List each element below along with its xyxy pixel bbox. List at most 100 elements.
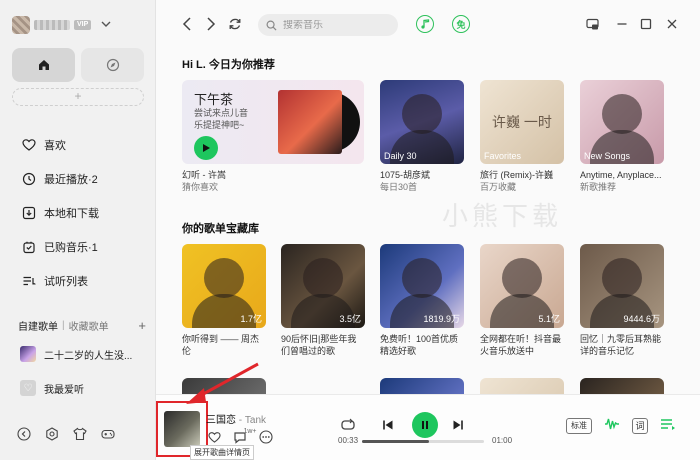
close-button[interactable] [664,16,680,32]
like-button[interactable] [206,429,222,445]
music-recognition-button[interactable] [416,15,434,33]
back-button[interactable] [178,14,196,34]
card-tag: Favorites [484,151,522,161]
playlist-item[interactable]: ♡ 我最爱听 [20,374,146,402]
playlist-card[interactable] [480,378,564,394]
avatar[interactable] [12,16,30,34]
next-button[interactable] [448,415,468,435]
card-caption: 免费听！100首优质精选好歌 [380,334,459,356]
playlist-label: 我最爱听 [44,384,84,396]
card-cover[interactable] [480,378,564,394]
user-profile[interactable]: VIP [12,14,111,36]
watermark: 小熊下载 [442,201,563,231]
heart-icon [207,432,221,443]
playlist-card[interactable]: 3.5亿 90后怀旧|那些年我们曾唱过的歌 [281,244,365,357]
search-input[interactable] [283,19,393,31]
recommend-card[interactable]: New Songs Anytime, Anyplace... 新歌推荐 [580,80,664,193]
tooltip: 展开歌曲详情页 [190,445,254,460]
game-icon[interactable] [100,426,116,442]
quality-button[interactable]: 标准 [566,417,592,434]
playlist-queue-button[interactable] [660,417,676,434]
sidebar-item-recent[interactable]: 最近播放·2 [0,162,156,196]
card-cover[interactable] [182,378,266,394]
chevron-down-icon[interactable] [101,20,111,31]
card-cover[interactable] [580,378,664,394]
maximize-icon [640,18,652,30]
playlist-card[interactable]: 9444.6万 回忆｜九零后耳熟能详的音乐记忆 [580,244,664,357]
minimize-icon [617,23,627,25]
banner-cover[interactable]: 下午茶 尝试来点儿音乐提提神吧~ [182,80,364,164]
sidebar-item-purchased[interactable]: 已购音乐·1 [0,230,156,264]
forward-button[interactable] [202,14,220,34]
list-icon [23,276,36,286]
more-button[interactable] [258,429,274,445]
sidebar-item-local[interactable]: 本地和下载 [0,196,156,230]
tab-collected-playlists[interactable]: 收藏歌单 [69,318,109,333]
playlist-card[interactable] [182,378,266,394]
compass-icon [106,58,119,72]
banner-title: 下午茶 [194,92,234,107]
add-playlist-button[interactable]: + [138,318,146,333]
sidebar-item-label: 最近播放·2 [44,174,98,186]
play-count: 9444.6万 [623,314,660,324]
home-tab[interactable] [12,48,75,82]
previous-button[interactable] [378,415,398,435]
progress-bar[interactable] [362,440,484,443]
card-subcaption: 每日30首 [380,182,418,192]
skin-icon[interactable] [72,426,88,442]
minimize-button[interactable] [614,16,630,32]
card-cover[interactable]: Daily 30 [380,80,464,164]
add-shortcut-button[interactable]: + [12,88,144,106]
section-title-library: 你的歌单宝藏库 [182,223,259,235]
sidebar-item-trial[interactable]: 试听列表 [0,264,156,298]
card-caption: 全网都在听！抖音最火音乐放送中 [480,334,562,356]
playlist-card[interactable]: 1.7亿 你听得到 —— 周杰伦 [182,244,266,357]
chevron-right-icon [207,17,216,31]
playlist-card[interactable]: 1819.9万 免费听！100首优质精选好歌 [380,244,464,357]
card-cover[interactable]: New Songs [580,80,664,164]
pause-button[interactable] [412,412,438,438]
progress-fill [362,440,430,443]
card-cover[interactable]: 许巍 一时 Favorites [480,80,564,164]
card-subcaption: 百万收藏 [480,182,517,192]
back-circle-icon[interactable] [16,426,32,442]
card-cover[interactable] [380,378,464,394]
artist-photo [502,258,542,298]
player-bar: 三国恋 - Tank 1w+ 展开歌曲详情页 00:33 01:00 标准 词 [156,394,700,460]
loop-mode-button[interactable] [338,415,358,435]
mini-mode-button[interactable] [584,16,600,32]
waveform-icon [605,418,619,430]
playlist-cover [20,346,36,362]
recommend-card[interactable]: 许巍 一时 Favorites 旅行 (Remix)-许巍 百万收藏 [480,80,564,193]
play-count: 1819.9万 [423,314,460,324]
playlist-card[interactable]: 5.1亿 全网都在听！抖音最火音乐放送中 [480,244,564,357]
card-cover[interactable]: 1.7亿 [182,244,266,328]
username-blurred [34,20,70,30]
sidebar-item-liked[interactable]: 喜欢 [0,128,156,162]
current-time: 00:33 [338,436,359,445]
playlist-card[interactable] [580,378,664,394]
card-cover[interactable]: 5.1亿 [480,244,564,328]
total-time: 01:00 [492,436,513,445]
recommend-card[interactable]: Daily 30 1075-胡彦斌 每日30首 [380,80,464,193]
playlist-item[interactable]: 二十二岁的人生没... [20,340,146,368]
sound-effect-button[interactable] [604,417,620,434]
artist-photo [204,258,244,298]
recommend-banner-card[interactable]: 下午茶 尝试来点儿音乐提提神吧~ 幻听 - 许嵩 猜你喜欢 [182,80,364,193]
card-cover[interactable]: 3.5亿 [281,244,365,328]
tab-created-playlists[interactable]: 自建歌单 [18,318,58,333]
comment-button[interactable]: 1w+ [232,428,257,445]
card-cover[interactable]: 9444.6万 [580,244,664,328]
discover-tab[interactable] [81,48,144,82]
refresh-button[interactable] [226,14,244,34]
settings-icon[interactable] [44,426,60,442]
play-button[interactable] [194,136,218,160]
download-icon [22,206,36,220]
search-box[interactable] [258,14,398,36]
maximize-button[interactable] [638,16,654,32]
card-subcaption: 新歌推荐 [580,182,617,192]
lyrics-button[interactable]: 词 [632,417,648,434]
free-mode-button[interactable]: 免 [452,15,470,33]
playlist-card[interactable] [380,378,464,394]
card-cover[interactable]: 1819.9万 [380,244,464,328]
